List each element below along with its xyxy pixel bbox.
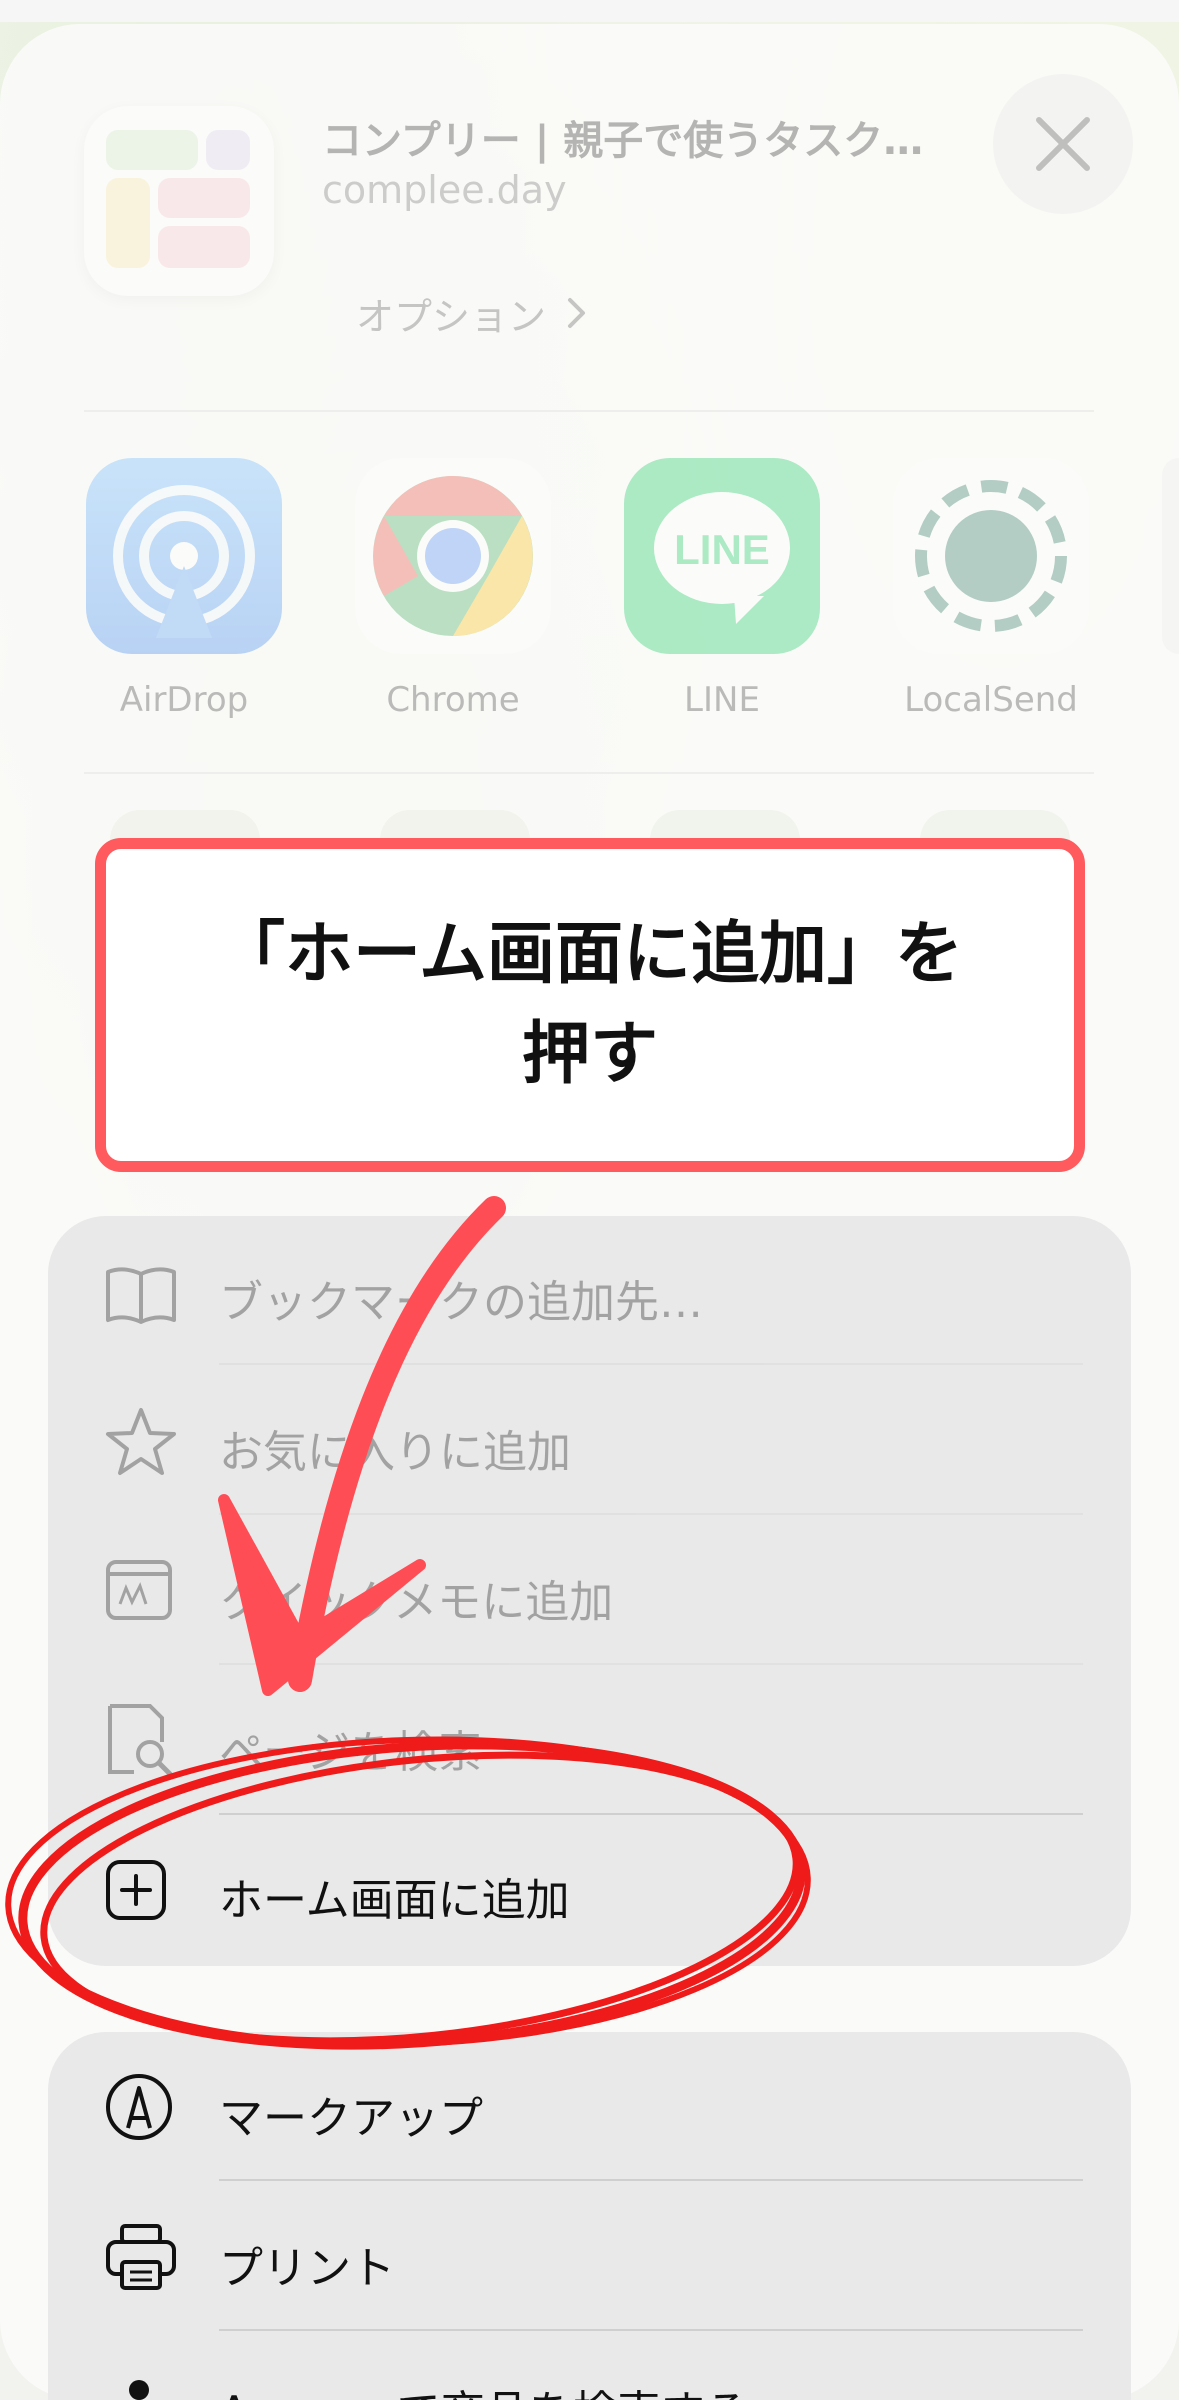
annotation-overlay bbox=[5, 1196, 811, 2050]
annotation-arrow bbox=[288, 1196, 506, 1692]
annotation-circle bbox=[5, 1736, 811, 2048]
annotation-circle bbox=[18, 1740, 806, 2050]
